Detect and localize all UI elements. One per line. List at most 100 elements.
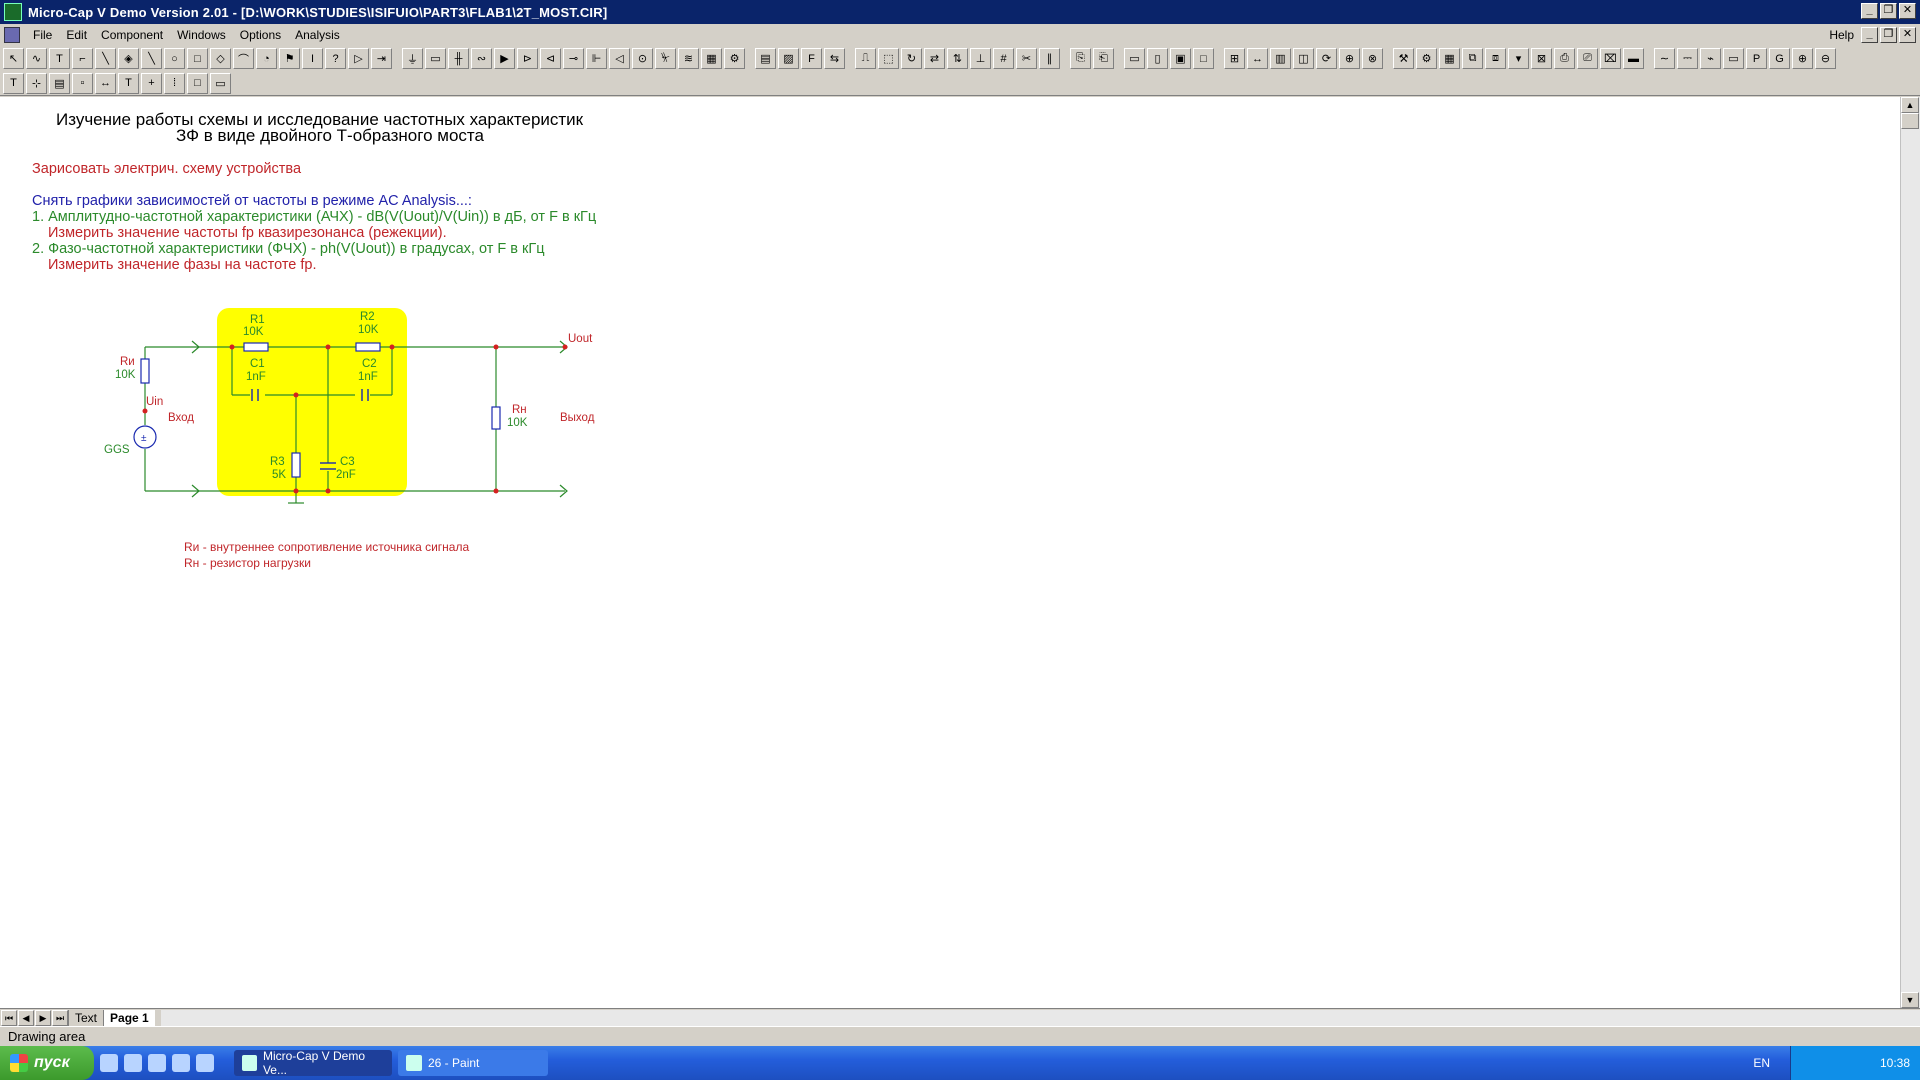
calc-icon[interactable]: ▥ xyxy=(1270,48,1291,69)
ungroup-icon[interactable]: ⧈ xyxy=(1485,48,1506,69)
macro-icon[interactable]: ≋ xyxy=(678,48,699,69)
range-icon[interactable]: ↔ xyxy=(95,72,116,94)
scroll-down-icon[interactable]: ▼ xyxy=(1901,992,1919,1008)
minimize-button[interactable]: _ xyxy=(1861,3,1878,19)
box-icon[interactable]: ⬚ xyxy=(878,48,899,69)
parameter-icon[interactable]: P xyxy=(1746,48,1767,69)
align-icon[interactable]: ⊞ xyxy=(1224,48,1245,69)
text-tool-icon[interactable]: T xyxy=(49,48,70,69)
task-paint[interactable]: 26 - Paint xyxy=(398,1050,548,1076)
doc-restore-button[interactable]: ❐ xyxy=(1880,27,1897,43)
ortho-wire-icon[interactable]: ⌐ xyxy=(72,48,93,69)
pin-icon[interactable]: ⊥ xyxy=(970,48,991,69)
vertical-scrollbar[interactable]: ▲ ▼ xyxy=(1900,97,1920,1008)
mirror-icon[interactable]: ⇄ xyxy=(924,48,945,69)
app-quicklaunch-icon[interactable] xyxy=(196,1054,214,1072)
menu-file[interactable]: File xyxy=(26,28,59,42)
menu-options[interactable]: Options xyxy=(233,28,288,42)
capacitor-icon[interactable]: ╫ xyxy=(448,48,469,69)
text-attribute-icon[interactable]: T xyxy=(118,72,139,94)
graph-icon[interactable]: G xyxy=(1769,48,1790,69)
info-tool-icon[interactable]: I xyxy=(302,48,323,69)
circuit-icon[interactable]: ⌁ xyxy=(1700,48,1721,69)
point-tool-icon[interactable]: ▷ xyxy=(348,48,369,69)
marker-icon[interactable]: ⊕ xyxy=(1339,48,1360,69)
start-button[interactable]: пуск xyxy=(0,1046,94,1080)
diamond-tool-icon[interactable]: ◇ xyxy=(210,48,231,69)
run-icon[interactable]: ▭ xyxy=(1723,48,1744,69)
component-browser-icon[interactable]: ⚙ xyxy=(724,48,745,69)
probe-icon[interactable]: ⊗ xyxy=(1362,48,1383,69)
flip-icon[interactable]: ⇅ xyxy=(947,48,968,69)
tab-page-1[interactable]: Page 1 xyxy=(103,1009,155,1026)
title-block-icon[interactable]: ▭ xyxy=(210,72,231,94)
document-icon[interactable] xyxy=(4,27,20,43)
menu-analysis[interactable]: Analysis xyxy=(288,28,347,42)
scroll-up-icon[interactable]: ▲ xyxy=(1901,97,1919,113)
model-icon[interactable]: ⚒ xyxy=(1393,48,1414,69)
dot-grid-icon[interactable]: ⁞ xyxy=(164,72,185,94)
pin-mode-icon[interactable]: ▫ xyxy=(72,72,93,94)
doc-minimize-button[interactable]: _ xyxy=(1861,27,1878,43)
next-page-icon[interactable]: ▶ xyxy=(35,1009,51,1026)
save-icon[interactable]: ▾ xyxy=(1508,48,1529,69)
preview-icon[interactable]: ⎙ xyxy=(1554,48,1575,69)
edit-model-icon[interactable]: ⚙ xyxy=(1416,48,1437,69)
point-to-point-icon[interactable]: ⇥ xyxy=(371,48,392,69)
dc-icon[interactable]: ⎓ xyxy=(1677,48,1698,69)
diagonal-wire-icon[interactable]: ╲ xyxy=(95,48,116,69)
doc-close-button[interactable]: ✕ xyxy=(1899,27,1916,43)
node-numbers-icon[interactable]: # xyxy=(993,48,1014,69)
pnp-icon[interactable]: ⊲ xyxy=(540,48,561,69)
help-tool-icon[interactable]: ? xyxy=(325,48,346,69)
spacing-icon[interactable]: ↔ xyxy=(1247,48,1268,69)
cascade-icon[interactable]: ▣ xyxy=(1170,48,1191,69)
border-icon[interactable]: □ xyxy=(187,72,208,94)
delete-icon[interactable]: ⊠ xyxy=(1531,48,1552,69)
print-setup-icon[interactable]: ⌧ xyxy=(1600,48,1621,69)
font-icon[interactable]: F xyxy=(801,48,822,69)
paste-icon[interactable]: ⎗ xyxy=(1093,48,1114,69)
crosshair-icon[interactable]: + xyxy=(141,72,162,94)
wire-tool-icon[interactable]: ∿ xyxy=(26,48,47,69)
resistor-icon[interactable]: ▭ xyxy=(425,48,446,69)
zoom-out-icon[interactable]: ⊖ xyxy=(1815,48,1836,69)
cut-icon[interactable]: ✂ xyxy=(1016,48,1037,69)
attribute-mode-icon[interactable]: ▤ xyxy=(49,72,70,94)
fill-icon[interactable]: ▨ xyxy=(778,48,799,69)
first-page-icon[interactable]: ⏮ xyxy=(1,1009,17,1026)
node-voltage-icon[interactable]: ∥ xyxy=(1039,48,1060,69)
node-mode-icon[interactable]: ⊹ xyxy=(26,72,47,94)
prev-page-icon[interactable]: ◀ xyxy=(18,1009,34,1026)
text-mode-icon[interactable]: T xyxy=(3,72,24,94)
desktop-quicklaunch-icon[interactable] xyxy=(148,1054,166,1072)
copy-icon[interactable]: ⎘ xyxy=(1070,48,1091,69)
menu-windows[interactable]: Windows xyxy=(170,28,233,42)
battery-icon[interactable]: ⏧ xyxy=(655,48,676,69)
restore-button[interactable]: ❐ xyxy=(1880,3,1897,19)
menu-help[interactable]: Help xyxy=(1829,28,1854,42)
close-button[interactable]: ✕ xyxy=(1899,3,1916,19)
ac-icon[interactable]: ∼ xyxy=(1654,48,1675,69)
opamp-icon[interactable]: ◁ xyxy=(609,48,630,69)
menu-component[interactable]: Component xyxy=(94,28,170,42)
mosfet-icon[interactable]: ⊩ xyxy=(586,48,607,69)
explorer-quicklaunch-icon[interactable] xyxy=(124,1054,142,1072)
group-icon[interactable]: ⧉ xyxy=(1462,48,1483,69)
menu-edit[interactable]: Edit xyxy=(59,28,94,42)
tile-vertical-icon[interactable]: ▯ xyxy=(1147,48,1168,69)
full-window-icon[interactable]: □ xyxy=(1193,48,1214,69)
zoom-in-icon[interactable]: ⊕ xyxy=(1792,48,1813,69)
inductor-icon[interactable]: ∾ xyxy=(471,48,492,69)
step-icon[interactable]: ⎍ xyxy=(855,48,876,69)
npn-icon[interactable]: ⊳ xyxy=(517,48,538,69)
measure-icon[interactable]: ◫ xyxy=(1293,48,1314,69)
clock[interactable]: 10:38 xyxy=(1880,1056,1910,1070)
line-tool-icon[interactable]: ╲ xyxy=(141,48,162,69)
tab-text[interactable]: Text xyxy=(68,1009,103,1026)
ground-icon[interactable]: ⏚ xyxy=(402,48,423,69)
horizontal-scrollbar[interactable] xyxy=(160,1009,1920,1026)
task-microcap[interactable]: Micro-Cap V Demo Ve... xyxy=(234,1049,392,1077)
media-quicklaunch-icon[interactable] xyxy=(172,1054,190,1072)
last-page-icon[interactable]: ⏭ xyxy=(52,1009,68,1026)
